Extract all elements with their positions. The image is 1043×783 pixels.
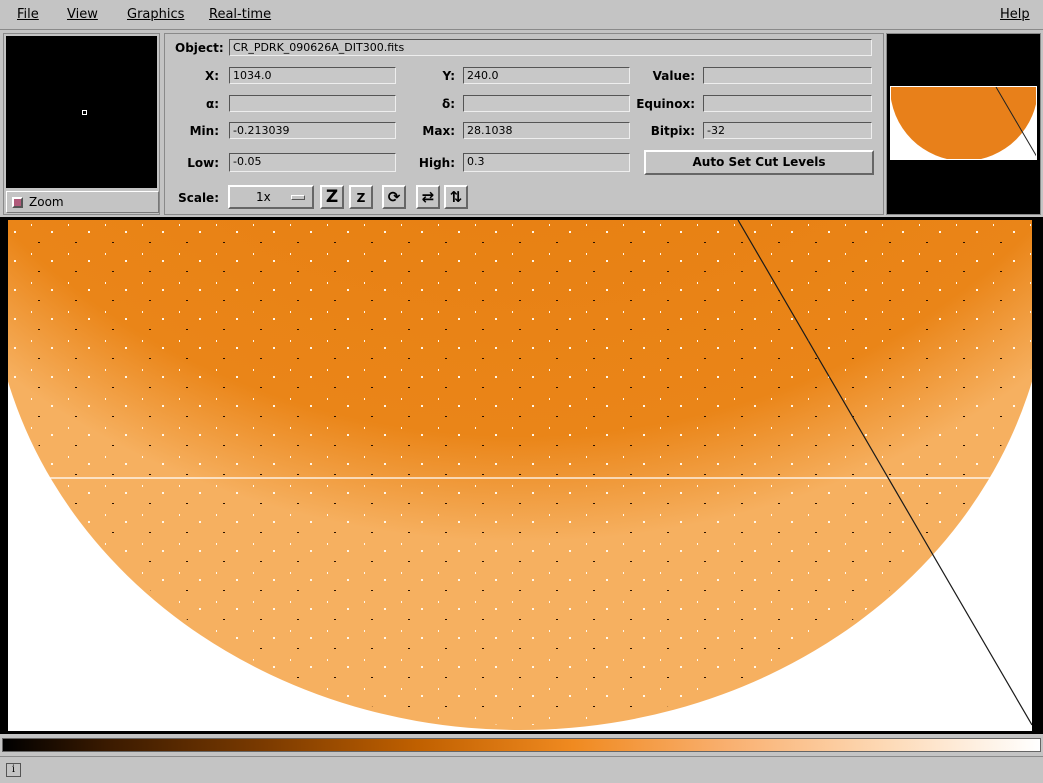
flip-y-icon: ⇅ [449, 188, 463, 206]
flip-x-icon: ⇄ [421, 188, 435, 206]
menu-help-label: Help [1000, 7, 1030, 22]
y-label: Y: [442, 69, 455, 83]
scale-label: Scale: [178, 191, 219, 205]
fits-image[interactable] [8, 220, 1032, 731]
menu-graphics-label: Graphics [127, 7, 185, 22]
equinox-label: Equinox: [636, 97, 695, 111]
fits-image-canvas [8, 220, 1032, 731]
pan-thumbnail-image [891, 87, 1036, 159]
bitpix-label: Bitpix: [650, 124, 695, 138]
auto-set-cut-levels-button[interactable]: Auto Set Cut Levels [644, 150, 874, 175]
menu-file[interactable]: File [17, 7, 39, 22]
max-field[interactable]: 28.1038 [463, 122, 630, 139]
alpha-field[interactable] [229, 95, 396, 112]
flip-y-button[interactable]: ⇅ [444, 185, 468, 209]
value-label: Value: [652, 69, 695, 83]
menu-help[interactable]: Help [1000, 7, 1030, 22]
y-field[interactable]: 240.0 [463, 67, 630, 84]
info-icon[interactable]: i [6, 763, 21, 777]
scale-value: 1x [256, 190, 271, 204]
high-label: High: [418, 156, 455, 170]
delta-field[interactable] [463, 95, 630, 112]
scale-select[interactable]: 1x [228, 185, 314, 209]
high-cut-input[interactable]: 0.3 [463, 153, 630, 172]
min-label: Min: [189, 124, 219, 138]
rotate-button[interactable]: ⟳ [382, 185, 406, 209]
zoom-out-button[interactable]: Z [320, 185, 344, 209]
x-field[interactable]: 1034.0 [229, 67, 396, 84]
object-field[interactable]: CR_PDRK_090626A_DIT300.fits [229, 39, 872, 56]
menu-realtime-label: Real-time [209, 7, 272, 22]
menu-realtime[interactable]: Real-time [209, 7, 271, 22]
alpha-label: α: [205, 97, 219, 111]
image-display-area[interactable] [0, 217, 1043, 734]
value-field[interactable] [703, 67, 872, 84]
colormap-bar[interactable] [2, 738, 1041, 752]
zoom-cursor-marker [82, 110, 87, 115]
menu-graphics[interactable]: Graphics [127, 7, 184, 22]
zoom-view[interactable] [6, 36, 157, 188]
info-panel: Object: CR_PDRK_090626A_DIT300.fits X: 1… [164, 33, 884, 215]
rotate-icon: ⟳ [387, 188, 401, 206]
flip-x-button[interactable]: ⇄ [416, 185, 440, 209]
menu-file-label: File [17, 7, 39, 22]
max-label: Max: [422, 124, 455, 138]
zoom-out-icon: Z [325, 187, 339, 207]
object-label: Object: [175, 41, 224, 55]
option-menu-indicator-icon [291, 195, 305, 200]
zoom-in-button[interactable]: Z [349, 185, 373, 209]
menu-view-label: View [67, 7, 98, 22]
pan-panel [886, 33, 1041, 215]
low-cut-input[interactable]: -0.05 [229, 153, 396, 172]
low-label: Low: [187, 156, 219, 170]
delta-label: δ: [441, 97, 455, 111]
pan-thumbnail[interactable] [890, 86, 1037, 160]
menu-view[interactable]: View [67, 7, 98, 22]
status-bar: i [0, 756, 1043, 783]
zoom-toggle-button[interactable]: Zoom [6, 191, 159, 213]
zoom-in-icon: Z [356, 191, 366, 205]
min-field[interactable]: -0.213039 [229, 122, 396, 139]
bitpix-field[interactable]: -32 [703, 122, 872, 139]
zoom-checkbox-icon[interactable] [12, 197, 23, 208]
equinox-field[interactable] [703, 95, 872, 112]
x-label: X: [204, 69, 219, 83]
zoom-panel: Zoom [3, 33, 160, 215]
menu-bar: File View Graphics Real-time Help [0, 0, 1043, 30]
zoom-label: Zoom [29, 195, 64, 209]
